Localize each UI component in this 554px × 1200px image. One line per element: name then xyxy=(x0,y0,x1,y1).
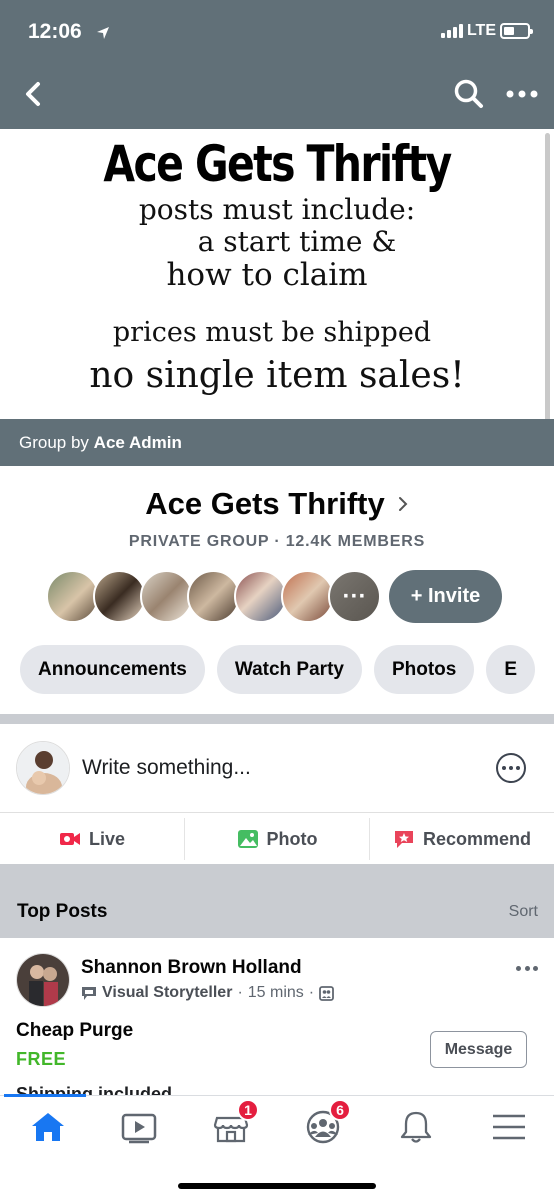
group-by-banner: Group by Ace Admin xyxy=(0,419,554,466)
home-icon[interactable] xyxy=(28,1110,68,1144)
profile-photo xyxy=(17,742,69,794)
live-button[interactable]: Live xyxy=(0,818,184,860)
cover-line: a start time & xyxy=(197,225,397,258)
chevron-right-icon xyxy=(398,497,408,511)
group-name: Ace Gets Thrifty xyxy=(145,486,385,521)
section-title: Top Posts xyxy=(17,901,108,922)
search-icon[interactable] xyxy=(453,78,485,110)
avatar[interactable] xyxy=(46,570,99,623)
active-tab-indicator xyxy=(4,1094,86,1097)
battery-icon xyxy=(500,23,533,39)
groups-tab[interactable]: 6 xyxy=(303,1099,351,1144)
listing-title: Cheap Purge xyxy=(16,1020,134,1041)
status-time: 12:06 xyxy=(28,20,82,43)
location-arrow-icon xyxy=(97,27,109,39)
separator-dot: · xyxy=(308,984,315,1001)
cover-line: no single item sales! xyxy=(89,355,465,396)
avatar[interactable] xyxy=(93,570,146,623)
divider xyxy=(0,812,554,813)
watch-icon[interactable] xyxy=(119,1110,159,1144)
signal-icon xyxy=(440,24,463,38)
cover-line: prices must be shipped xyxy=(112,317,432,348)
avatar[interactable] xyxy=(16,953,70,1007)
section-divider xyxy=(0,714,554,724)
back-button[interactable] xyxy=(20,80,48,108)
recommend-icon xyxy=(394,831,413,848)
photo-icon xyxy=(237,830,258,848)
cover-line: posts must include: xyxy=(138,193,416,226)
composer-input[interactable]: Write something... xyxy=(82,756,251,780)
listing-price: FREE xyxy=(16,1049,67,1069)
cover-photo[interactable]: Ace Gets Thrifty posts must include: a s… xyxy=(0,129,554,448)
live-video-icon xyxy=(59,833,80,845)
post-meta: Visual Storyteller · 15 mins · xyxy=(81,984,335,1002)
scrollbar[interactable] xyxy=(545,133,550,448)
post-options-icon[interactable] xyxy=(516,966,538,972)
composer-more-icon[interactable] xyxy=(496,753,526,783)
marketplace-badge: 1 xyxy=(237,1099,259,1121)
avatar[interactable] xyxy=(281,570,334,623)
sort-button[interactable]: Sort xyxy=(509,903,538,921)
invite-button[interactable]: + Invite xyxy=(389,570,502,623)
live-label: Live xyxy=(88,828,126,849)
cover-line: how to claim xyxy=(166,257,368,293)
group-meta: PRIVATE GROUP · 12.4K MEMBERS xyxy=(128,533,426,550)
cover-title: Ace Gets Thrifty xyxy=(103,135,452,193)
notifications-icon[interactable] xyxy=(396,1110,436,1144)
photo-label: Photo xyxy=(266,828,318,849)
profile-photo xyxy=(17,954,69,1006)
groups-badge: 6 xyxy=(329,1099,351,1121)
status-indicators: LTE xyxy=(440,22,533,40)
separator-dot: · xyxy=(237,984,243,1001)
home-indicator[interactable] xyxy=(178,1183,376,1189)
avatar[interactable] xyxy=(187,570,240,623)
menu-icon[interactable] xyxy=(489,1110,529,1144)
author-badge: Visual Storyteller xyxy=(102,984,233,1001)
avatar[interactable] xyxy=(234,570,287,623)
group-tabs: Announcements Watch Party Photos E xyxy=(20,645,536,694)
top-header: 12:06 LTE xyxy=(0,0,554,129)
post-author[interactable]: Shannon Brown Holland xyxy=(81,957,302,979)
member-avatars[interactable]: ··· + Invite xyxy=(46,570,502,623)
composer-actions: Live Photo Recommend xyxy=(0,818,554,860)
post-time[interactable]: 15 mins xyxy=(248,984,304,1002)
group-privacy-icon xyxy=(319,985,335,1001)
photo-button[interactable]: Photo xyxy=(184,818,369,860)
recommend-button[interactable]: Recommend xyxy=(369,818,554,860)
more-members-avatar[interactable]: ··· xyxy=(328,570,381,623)
avatar[interactable] xyxy=(16,741,70,795)
recommend-label: Recommend xyxy=(422,828,532,849)
tab-events[interactable]: E xyxy=(486,645,536,694)
marketplace-tab[interactable]: 1 xyxy=(211,1099,259,1144)
tab-photos[interactable]: Photos xyxy=(373,645,475,694)
group-by-prefix: Group by xyxy=(19,433,89,452)
storyteller-badge-icon xyxy=(82,986,96,1000)
more-options-icon[interactable] xyxy=(505,86,539,102)
group-admin-link[interactable]: Ace Admin xyxy=(94,433,182,452)
group-name-row[interactable]: Ace Gets Thrifty xyxy=(0,486,554,522)
avatar[interactable] xyxy=(140,570,193,623)
message-button[interactable]: Message xyxy=(430,1031,527,1068)
tab-watch-party[interactable]: Watch Party xyxy=(216,645,362,694)
tab-announcements[interactable]: Announcements xyxy=(20,645,205,694)
carrier-label: LTE xyxy=(466,22,496,39)
